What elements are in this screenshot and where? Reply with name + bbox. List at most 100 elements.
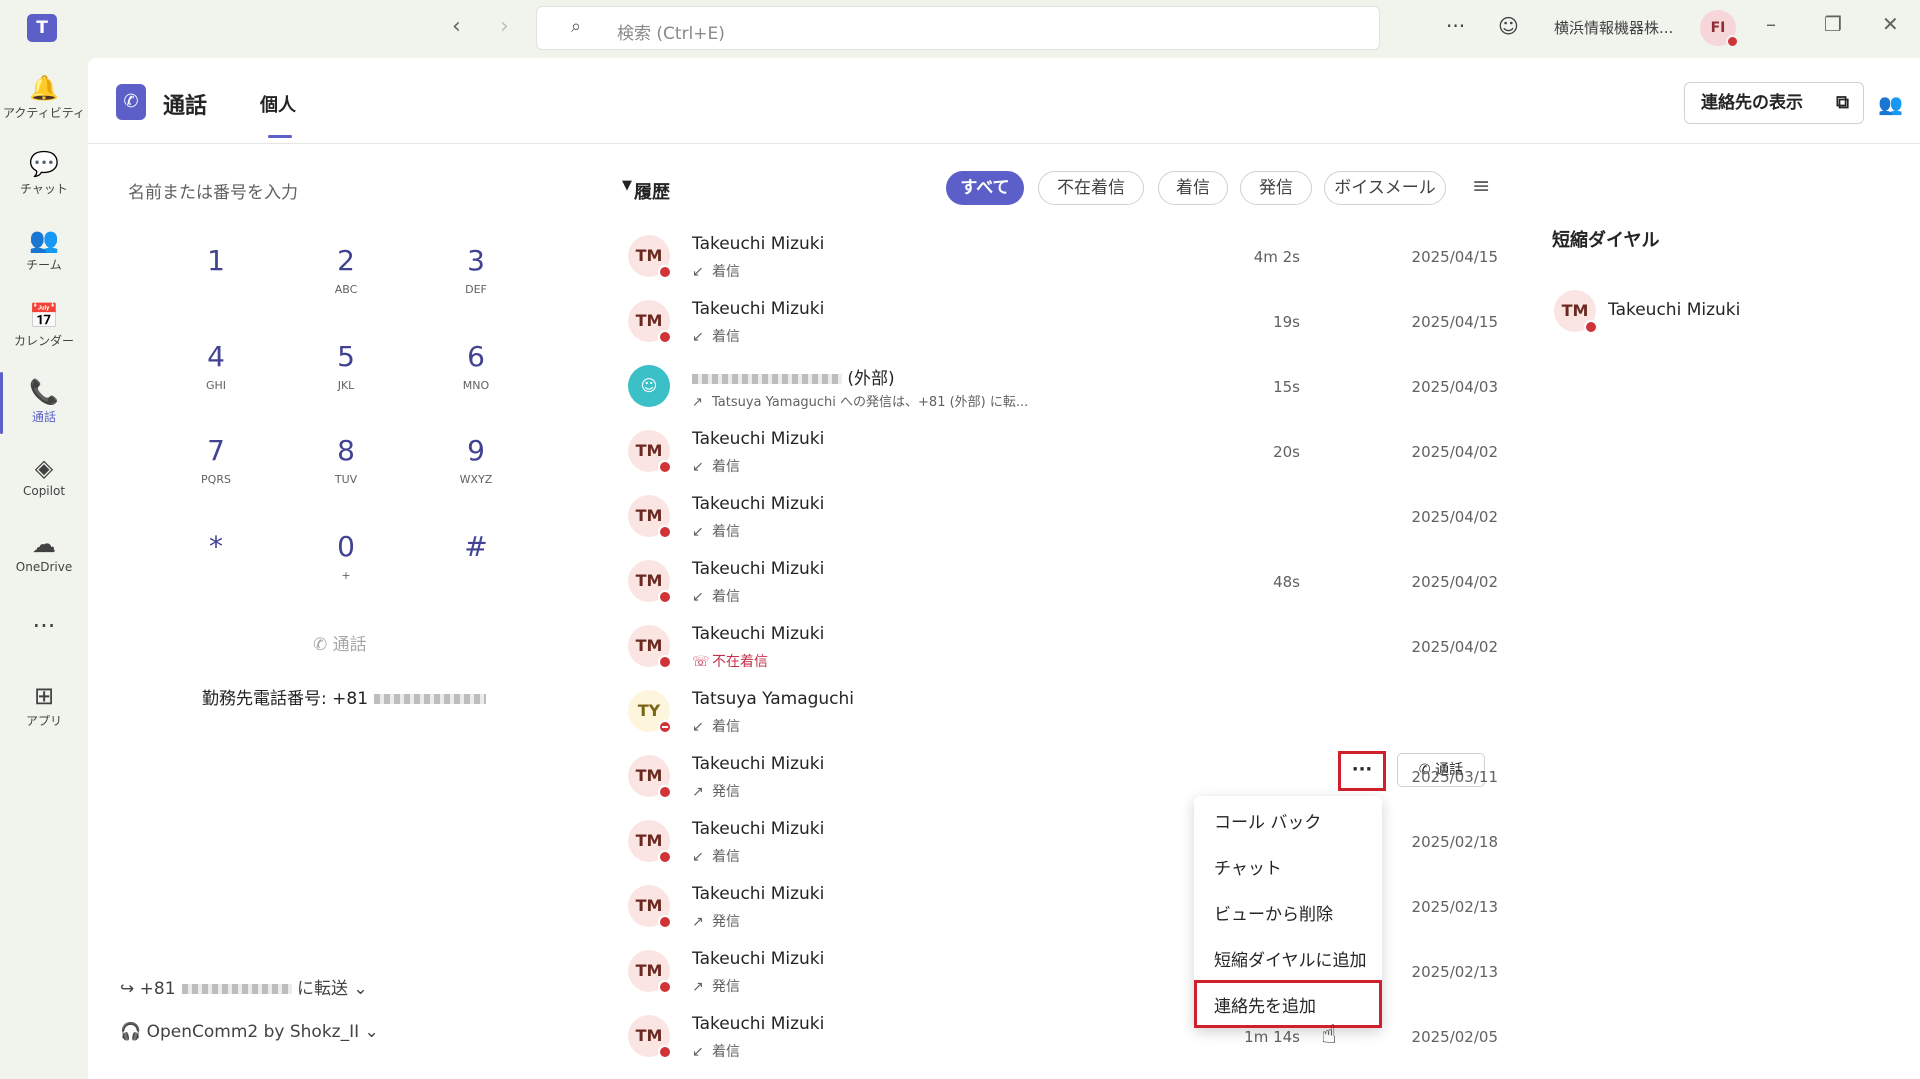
menu-item-chat[interactable]: チャット xyxy=(1214,854,1282,879)
minimize-button[interactable]: – xyxy=(1766,12,1776,36)
avatar: TM xyxy=(628,755,672,799)
highlight-box xyxy=(1194,980,1382,1028)
menu-item-callback[interactable]: コール バック xyxy=(1214,808,1321,833)
missed-call-icon: ☏ xyxy=(692,654,710,670)
filter-missed[interactable]: 不在着信 xyxy=(1038,171,1144,205)
call-forward-setting[interactable]: ↪ +81 に転送 ⌄ xyxy=(120,974,368,999)
rail-item-activity[interactable]: 🔔 アクティビティ xyxy=(0,68,88,134)
filter-icon[interactable]: ≡ xyxy=(1472,174,1490,199)
headset-icon: 🎧 xyxy=(120,1022,147,1042)
app-rail: 🔔 アクティビティ 💬 チャット 👥 チーム 📅 カレンダー 📞 通話 ◈ Copilot … xyxy=(0,58,88,1079)
rail-item-chat[interactable]: 💬 チャット xyxy=(0,144,88,210)
calendar-icon: 📅 xyxy=(29,302,59,330)
history-row[interactable]: TM Takeuchi Mizuki ↙ 着信 19s 2025/04/15 xyxy=(628,293,1498,357)
avatar: TM xyxy=(628,495,672,539)
rail-item-copilot[interactable]: ◈ Copilot xyxy=(0,448,88,514)
rail-item-calendar[interactable]: 📅 カレンダー xyxy=(0,296,88,362)
incoming-call-icon: ↙ xyxy=(692,719,704,735)
rail-item-more[interactable]: ··· xyxy=(0,606,88,672)
people-icon[interactable]: 👥 xyxy=(1878,92,1903,116)
forward-arrow-icon[interactable]: › xyxy=(500,14,509,39)
calls-main-panel: ✆ 通話 個人 連絡先の表示 ⧉ 👥 名前または番号を入力 1 2 ABC 3 DE… xyxy=(88,58,1920,1079)
close-button[interactable]: ✕ xyxy=(1882,12,1899,36)
incoming-call-icon: ↙ xyxy=(692,329,704,345)
filter-incoming[interactable]: 着信 xyxy=(1158,171,1228,205)
work-phone-number: 勤務先電話番号: +81 xyxy=(202,684,487,709)
phone-icon: 📞 xyxy=(29,378,59,406)
outgoing-call-icon: ↗ xyxy=(692,784,704,800)
dial-key-8[interactable]: 8 TUV xyxy=(306,434,386,487)
dial-key-6[interactable]: 6 MNO xyxy=(436,340,516,393)
presence-busy-icon xyxy=(658,1045,672,1059)
page-title: 通話 xyxy=(163,94,208,119)
settings-more-button[interactable]: ··· xyxy=(1446,14,1465,38)
menu-item-remove-from-view[interactable]: ビューから削除 xyxy=(1214,900,1333,925)
history-row[interactable]: TM Takeuchi Mizuki ↙ 着信 20s 2025/04/02 xyxy=(628,423,1498,487)
history-row[interactable]: TM Takeuchi Mizuki ↙ 着信 2025/04/02 xyxy=(628,488,1498,552)
dial-key-0[interactable]: 0 + xyxy=(306,530,386,583)
rail-item-calls[interactable]: 📞 通話 xyxy=(0,372,88,438)
audio-device-selector[interactable]: 🎧 OpenComm2 by Shokz_II ⌄ xyxy=(120,1022,379,1042)
phone-app-icon: ✆ xyxy=(116,84,146,120)
tab-active-indicator xyxy=(268,135,292,138)
filter-outgoing[interactable]: 発信 xyxy=(1240,171,1312,205)
history-row[interactable]: ☺ (外部) ↗ Tatsuya Yamaguchi への発信は、+81 (外部)… xyxy=(628,358,1498,422)
forward-icon: ↪ xyxy=(120,979,140,999)
org-name[interactable]: 横浜情報機器株... xyxy=(1554,17,1673,38)
rail-item-teams[interactable]: 👥 チーム xyxy=(0,220,88,286)
back-arrow-icon[interactable]: ‹ xyxy=(452,14,461,39)
history-row[interactable]: TM Takeuchi Mizuki ↙ 着信 4m 2s 2025/04/15 xyxy=(628,228,1498,292)
history-row[interactable]: TM Takeuchi Mizuki ↙ 着信 48s 2025/04/02 xyxy=(628,553,1498,617)
dial-key-5[interactable]: 5 JKL xyxy=(306,340,386,393)
presence-busy-icon xyxy=(658,525,672,539)
person-icon: ☺ xyxy=(640,376,658,395)
restore-button[interactable]: ❐ xyxy=(1824,12,1842,36)
collapse-caret-icon[interactable]: ▼ xyxy=(622,178,632,193)
dial-call-button[interactable]: ✆ 通話 xyxy=(313,630,367,655)
history-row[interactable]: TM Takeuchi Mizuki ☏ 不在着信 2025/04/02 xyxy=(628,618,1498,682)
dial-key-2[interactable]: 2 ABC xyxy=(306,244,386,297)
incoming-call-icon: ↙ xyxy=(692,849,704,865)
presence-busy-icon xyxy=(1726,35,1739,48)
presence-busy-icon xyxy=(658,330,672,344)
dial-key-4[interactable]: 4 GHI xyxy=(176,340,256,393)
person-status-icon[interactable]: ☺ xyxy=(1498,14,1519,38)
calls-header: ✆ 通話 個人 連絡先の表示 ⧉ 👥 xyxy=(88,58,1920,144)
user-avatar[interactable]: FI xyxy=(1700,10,1739,48)
open-external-icon: ⧉ xyxy=(1836,92,1849,113)
dial-key-9[interactable]: 9 WXYZ xyxy=(436,434,516,487)
avatar: TM xyxy=(628,820,672,864)
incoming-call-icon: ↙ xyxy=(692,459,704,475)
search-placeholder: 検索 (Ctrl+E) xyxy=(617,24,725,44)
incoming-call-icon: ↙ xyxy=(692,264,704,280)
speed-dial-item[interactable]: TM Takeuchi Mizuki xyxy=(1554,288,1854,338)
apps-icon: ⊞ xyxy=(33,682,55,710)
outgoing-call-icon: ↗ xyxy=(692,979,704,995)
history-row-hovered[interactable]: TY Tatsuya Yamaguchi ↙ 着信 xyxy=(628,683,1068,747)
rail-item-onedrive[interactable]: ☁ OneDrive xyxy=(0,524,88,590)
tab-personal[interactable]: 個人 xyxy=(260,91,296,117)
presence-dnd-icon xyxy=(658,720,672,734)
presence-busy-icon xyxy=(1584,320,1598,334)
avatar: TM xyxy=(628,300,672,344)
menu-item-add-speed-dial[interactable]: 短縮ダイヤルに追加 xyxy=(1214,946,1367,971)
show-contacts-button[interactable]: 連絡先の表示 ⧉ xyxy=(1684,82,1864,124)
chevron-down-icon: ⌄ xyxy=(359,1022,379,1042)
presence-busy-icon xyxy=(658,850,672,864)
teams-icon: 👥 xyxy=(29,226,59,254)
filter-all[interactable]: すべて xyxy=(946,171,1024,205)
dial-key-3[interactable]: 3 DEF xyxy=(436,244,516,297)
dial-key-hash[interactable]: # xyxy=(436,530,516,583)
incoming-call-icon: ↙ xyxy=(692,589,704,605)
filter-voicemail[interactable]: ボイスメール xyxy=(1324,171,1446,205)
cloud-icon: ☁ xyxy=(32,530,56,558)
rail-item-apps[interactable]: ⊞ アプリ xyxy=(0,676,88,742)
hand-cursor-icon: ☝ xyxy=(1321,1020,1337,1050)
dial-key-1[interactable]: 1 xyxy=(176,244,256,297)
dial-key-7[interactable]: 7 PQRS xyxy=(176,434,256,487)
history-header: ▼ 履歴 すべて 不在着信 着信 発信 ボイスメール ≡ xyxy=(622,168,1504,208)
speed-dial-title: 短縮ダイヤル xyxy=(1552,230,1660,251)
dial-input[interactable]: 名前または番号を入力 xyxy=(128,178,298,203)
dial-key-star[interactable]: * xyxy=(176,530,256,583)
search-input[interactable]: ⌕ 検索 (Ctrl+E) xyxy=(536,6,1380,50)
